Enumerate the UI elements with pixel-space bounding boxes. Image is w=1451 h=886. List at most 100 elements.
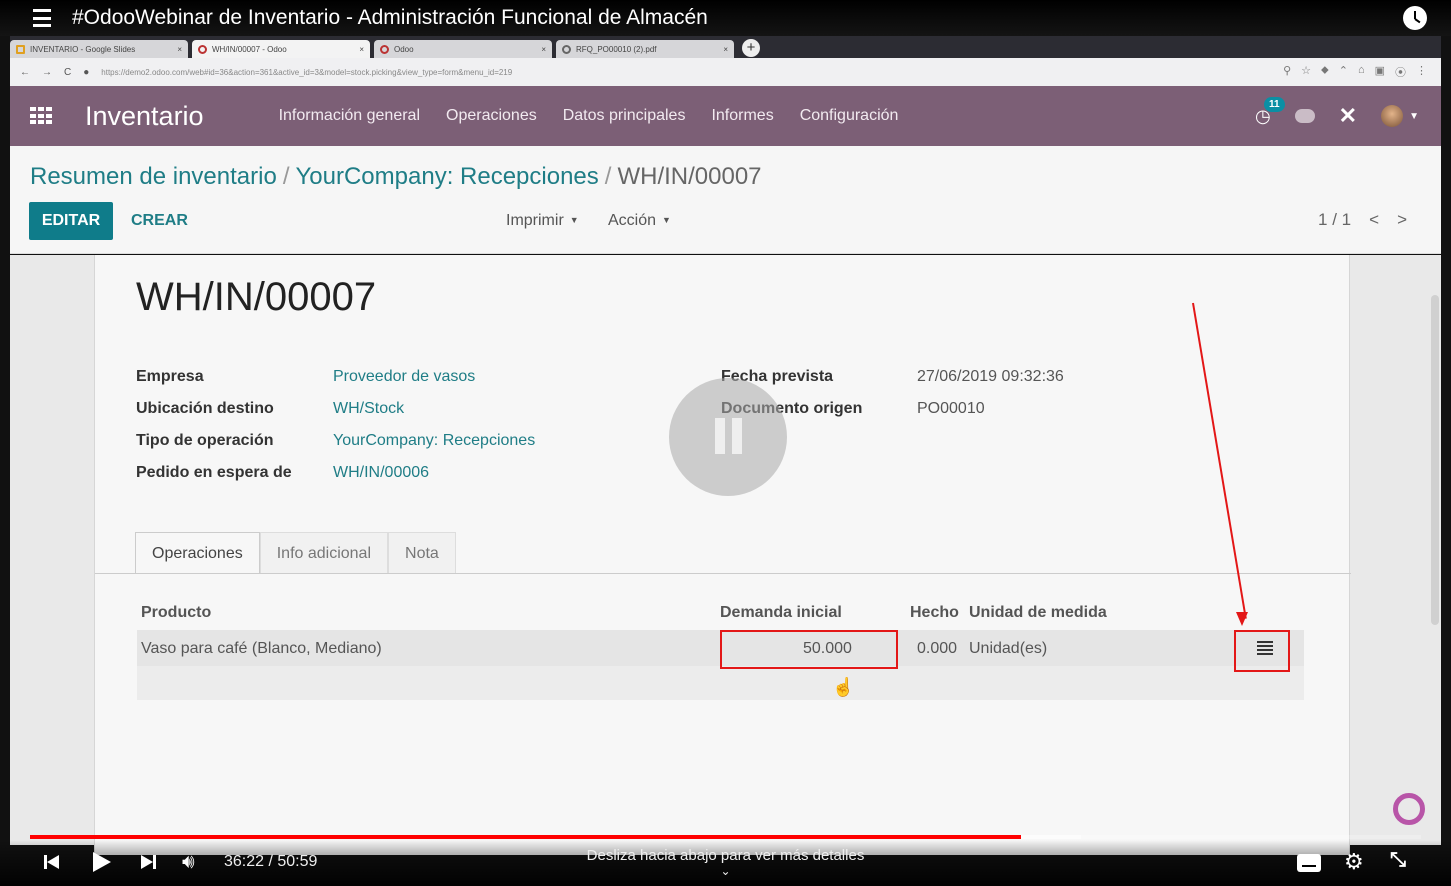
swipe-hint: Desliza hacia abajo para ver más detalle… bbox=[586, 847, 865, 864]
address-input[interactable]: https://demo2.odoo.com/web#id=36&action=… bbox=[101, 68, 512, 77]
browser-tab[interactable]: RFQ_PO00010 (2).pdf × bbox=[556, 40, 734, 58]
browser-tab-bar: INVENTARIO - Google Slides × WH/IN/00007 … bbox=[10, 36, 1441, 58]
subtitles-icon[interactable] bbox=[1297, 854, 1321, 872]
control-panel: Resumen de inventario / YourCompany: Recep… bbox=[10, 146, 1441, 254]
pager-previous-icon[interactable]: < bbox=[1369, 210, 1379, 230]
pause-icon[interactable] bbox=[669, 378, 787, 496]
playlist-menu-icon[interactable] bbox=[33, 9, 55, 27]
extension-icon[interactable]: ⌃ bbox=[1339, 64, 1348, 80]
extension-icon[interactable]: ▣ bbox=[1375, 64, 1385, 80]
menu-informacion-general[interactable]: Información general bbox=[279, 107, 420, 125]
navbar-systray: ◷ 11 ✕ ▼ bbox=[1255, 96, 1419, 129]
menu-configuracion[interactable]: Configuración bbox=[800, 107, 899, 125]
extension-icon[interactable]: ⌂ bbox=[1358, 64, 1365, 80]
record-title: WH/IN/00007 bbox=[136, 275, 377, 319]
close-tab-icon[interactable]: × bbox=[723, 45, 728, 54]
notebook-tabs: Operaciones Info adicional Nota bbox=[135, 532, 456, 574]
channel-watermark-icon[interactable] bbox=[1393, 793, 1425, 825]
field-value-pedido-espera[interactable]: WH/IN/00006 bbox=[333, 464, 429, 482]
menu-informes[interactable]: Informes bbox=[711, 107, 773, 125]
progress-played bbox=[30, 835, 1022, 839]
field-label-ubicacion-destino: Ubicación destino bbox=[136, 400, 274, 417]
field-value-fecha-prevista: 27/06/2019 09:32:36 bbox=[917, 368, 1064, 385]
video-top-bar: #OdooWebinar de Inventario - Administrac… bbox=[0, 0, 1451, 36]
tab-nota[interactable]: Nota bbox=[388, 532, 456, 574]
browser-tab[interactable]: INVENTARIO - Google Slides × bbox=[10, 40, 188, 58]
video-progress-bar[interactable] bbox=[30, 835, 1421, 839]
cell-product: Vaso para café (Blanco, Mediano) bbox=[141, 640, 382, 657]
breadcrumb: Resumen de inventario / YourCompany: Recep… bbox=[30, 163, 762, 191]
detail-icon-highlight-box bbox=[1234, 630, 1290, 672]
browser-tab-label: INVENTARIO - Google Slides bbox=[30, 44, 136, 54]
browser-tab-label: RFQ_PO00010 (2).pdf bbox=[576, 44, 657, 54]
activity-clock-icon[interactable]: ◷ 11 bbox=[1255, 96, 1285, 127]
pager: 1 / 1 < > bbox=[1318, 210, 1407, 230]
chevron-down-icon[interactable]: ⌄ bbox=[0, 864, 1451, 878]
annotation-arrow-head-icon bbox=[1236, 612, 1248, 626]
extension-icon[interactable]: ⦿ bbox=[1395, 64, 1406, 80]
lock-icon: ● bbox=[83, 66, 90, 78]
tab-divider bbox=[95, 573, 1351, 574]
action-dropdown-label: Acción bbox=[608, 212, 657, 229]
column-header-demanda-inicial[interactable]: Demanda inicial bbox=[720, 604, 842, 622]
field-value-documento-origen: PO00010 bbox=[917, 400, 985, 417]
field-label-pedido-espera: Pedido en espera de bbox=[136, 464, 292, 481]
form-sheet: WH/IN/00007 Empresa Proveedor de vasos U… bbox=[94, 255, 1351, 855]
odoo-main-navbar: Inventario Información general Operacion… bbox=[10, 86, 1441, 146]
video-title: #OdooWebinar de Inventario - Administrac… bbox=[72, 6, 708, 29]
pager-next-icon[interactable]: > bbox=[1397, 210, 1407, 230]
gear-icon[interactable]: ⚙ bbox=[1344, 849, 1364, 875]
debug-tools-icon[interactable]: ✕ bbox=[1339, 103, 1357, 129]
action-dropdown[interactable]: Acción ▼ bbox=[608, 212, 671, 230]
star-icon[interactable]: ☆ bbox=[1301, 64, 1311, 80]
browser-menu-icon[interactable]: ⋮ bbox=[1416, 64, 1427, 80]
caret-down-icon: ▼ bbox=[569, 215, 579, 225]
odoo-favicon-icon bbox=[198, 44, 207, 54]
menu-operaciones[interactable]: Operaciones bbox=[446, 107, 537, 125]
apps-grid-icon[interactable] bbox=[30, 107, 52, 125]
pager-value[interactable]: 1 / 1 bbox=[1318, 210, 1351, 230]
close-tab-icon[interactable]: × bbox=[177, 45, 182, 54]
tab-operaciones[interactable]: Operaciones bbox=[135, 532, 260, 574]
forward-icon[interactable]: → bbox=[42, 67, 52, 78]
cell-uom: Unidad(es) bbox=[969, 640, 1048, 657]
browser-tab-active[interactable]: WH/IN/00007 - Odoo × bbox=[192, 40, 370, 58]
hand-cursor-icon: ☝ bbox=[832, 677, 855, 697]
page-scrollbar[interactable] bbox=[1431, 295, 1439, 625]
user-avatar[interactable] bbox=[1381, 105, 1404, 127]
print-dropdown[interactable]: Imprimir ▼ bbox=[506, 212, 579, 230]
edit-button[interactable]: EDITAR bbox=[29, 202, 113, 240]
browser-url-bar: ← → C ● https://demo2.odoo.com/web#id=36… bbox=[10, 58, 1441, 86]
create-button[interactable]: CREAR bbox=[131, 212, 188, 230]
close-tab-icon[interactable]: × bbox=[541, 45, 546, 54]
field-value-ubicacion-destino[interactable]: WH/Stock bbox=[333, 400, 404, 418]
column-header-unidad-medida[interactable]: Unidad de medida bbox=[969, 604, 1107, 622]
breadcrumb-link-recepciones[interactable]: YourCompany: Recepciones bbox=[295, 163, 598, 190]
activity-count-badge: 11 bbox=[1263, 96, 1285, 112]
discuss-chat-icon[interactable] bbox=[1294, 109, 1315, 123]
menu-datos-principales[interactable]: Datos principales bbox=[563, 107, 686, 125]
odoo-favicon-icon bbox=[380, 44, 389, 54]
back-icon[interactable]: ← bbox=[20, 67, 30, 78]
field-label-empresa: Empresa bbox=[136, 368, 204, 385]
close-tab-icon[interactable]: × bbox=[359, 45, 364, 54]
video-controls: 🔊︎ 36:22 / 50:59 Desliza hacia abajo par… bbox=[0, 840, 1451, 886]
field-value-empresa[interactable]: Proveedor de vasos bbox=[333, 368, 475, 386]
browser-tab-label: WH/IN/00007 - Odoo bbox=[212, 44, 287, 54]
breadcrumb-link-resumen[interactable]: Resumen de inventario bbox=[30, 163, 277, 190]
slides-favicon-icon bbox=[16, 44, 25, 54]
print-dropdown-label: Imprimir bbox=[506, 212, 564, 229]
reload-icon[interactable]: C bbox=[64, 67, 71, 78]
exit-fullscreen-icon[interactable]: ⤡ bbox=[1390, 849, 1406, 872]
extension-icon[interactable]: ⬥ bbox=[1321, 64, 1329, 80]
video-frame: #OdooWebinar de Inventario - Administrac… bbox=[0, 0, 1451, 886]
tab-info-adicional[interactable]: Info adicional bbox=[259, 532, 389, 574]
zoom-icon[interactable]: ⚲ bbox=[1283, 64, 1291, 80]
column-header-hecho[interactable]: Hecho bbox=[910, 604, 959, 622]
column-header-producto[interactable]: Producto bbox=[141, 604, 211, 622]
new-tab-button[interactable]: + bbox=[742, 39, 760, 57]
user-menu-caret-icon[interactable]: ▼ bbox=[1409, 111, 1419, 122]
watch-later-icon[interactable] bbox=[1403, 6, 1427, 30]
field-value-tipo-operacion[interactable]: YourCompany: Recepciones bbox=[333, 432, 535, 450]
browser-tab[interactable]: Odoo × bbox=[374, 40, 552, 58]
